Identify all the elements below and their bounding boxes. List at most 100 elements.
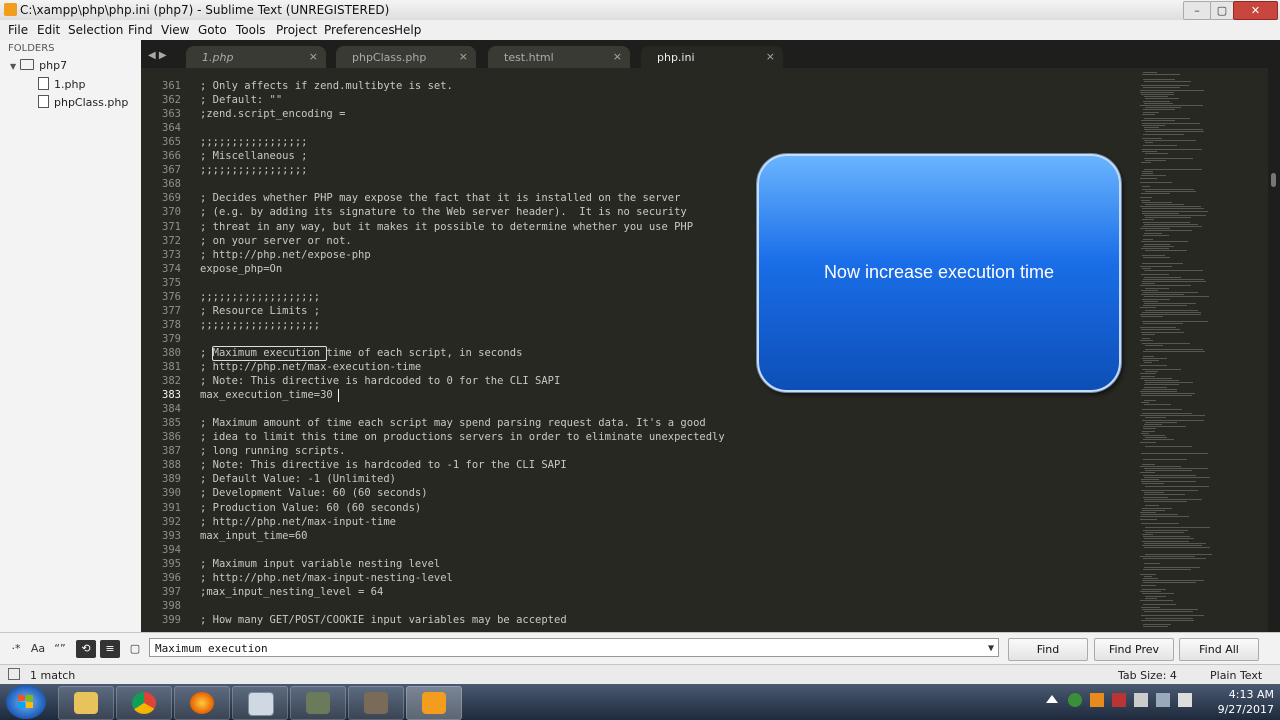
minimap-line (1140, 182, 1172, 183)
taskbar-firefox[interactable] (174, 686, 230, 720)
case-sensitive-toggle[interactable]: Aa (28, 640, 48, 658)
taskbar-sublime[interactable] (406, 686, 462, 720)
highlight-matches-toggle[interactable]: ▢ (125, 640, 145, 658)
menu-tools[interactable]: Tools (236, 23, 266, 37)
minimap-line (1141, 85, 1189, 86)
tab-testhtml[interactable]: test.html × (488, 46, 630, 68)
close-tab-icon[interactable]: × (766, 50, 775, 63)
minimap-line (1143, 109, 1175, 110)
minimap-line (1144, 140, 1196, 141)
close-tab-icon[interactable]: × (459, 50, 468, 63)
minimap-line (1142, 593, 1174, 594)
folder-icon (20, 59, 35, 70)
taskbar-explorer[interactable] (58, 686, 114, 720)
sidebar-folder-php7[interactable]: ▼ php7 (10, 59, 67, 72)
menu-preferences[interactable]: Preferences (324, 23, 395, 37)
menu-find[interactable]: Find (128, 23, 153, 37)
code-line: ; Note: This directive is hardcoded to -… (200, 459, 567, 471)
volume-icon[interactable] (1178, 693, 1192, 707)
minimap-line (1142, 609, 1198, 610)
text-cursor (338, 389, 339, 402)
minimap-line (1141, 607, 1160, 608)
minimap-line (1144, 96, 1168, 97)
sidebar-file-phpclass[interactable]: phpClass.php (38, 95, 128, 109)
tray-app-icon[interactable] (1090, 693, 1104, 707)
find-all-button[interactable]: Find All (1179, 638, 1259, 661)
menu-goto[interactable]: Goto (198, 23, 227, 37)
line-number: 361 (162, 80, 181, 92)
minimap[interactable] (1138, 68, 1268, 632)
close-tab-icon[interactable]: × (613, 50, 622, 63)
minimize-button[interactable]: – (1183, 1, 1211, 20)
app-icon (364, 692, 388, 714)
tab-size[interactable]: Tab Size: 4 (1118, 669, 1177, 682)
scrollbar-thumb[interactable] (1271, 173, 1276, 187)
menu-edit[interactable]: Edit (37, 23, 60, 37)
find-input[interactable]: Maximum execution ▼ (149, 638, 999, 657)
menu-file[interactable]: File (8, 23, 28, 37)
syntax-mode[interactable]: Plain Text (1210, 669, 1262, 682)
network-icon[interactable] (1156, 693, 1170, 707)
menu-view[interactable]: View (161, 23, 189, 37)
minimap-line (1145, 596, 1166, 597)
minimap-line (1140, 415, 1205, 416)
close-button[interactable]: ✕ (1233, 1, 1278, 20)
minimap-line (1144, 303, 1196, 304)
line-number: 388 (162, 459, 181, 471)
close-tab-icon[interactable]: × (309, 50, 318, 63)
minimap-line (1141, 248, 1169, 249)
sidebar: FOLDERS ▼ php7 1.php phpClass.php (0, 40, 142, 632)
folders-header: FOLDERS (8, 43, 55, 54)
code-line: ;;;;;;;;;;;;;;;;; (200, 164, 308, 176)
minimap-line (1144, 277, 1181, 278)
file-icon (38, 77, 49, 90)
taskbar-chrome[interactable] (116, 686, 172, 720)
minimap-line (1140, 472, 1155, 473)
vertical-scrollbar[interactable] (1268, 68, 1280, 632)
taskbar-app-2[interactable] (348, 686, 404, 720)
find-prev-button[interactable]: Find Prev (1094, 638, 1174, 661)
whole-word-toggle[interactable]: “” (50, 640, 70, 658)
menu-selection[interactable]: Selection (68, 23, 123, 37)
minimap-line (1141, 402, 1149, 403)
minimap-line (1142, 263, 1183, 264)
in-selection-toggle[interactable]: ≡ (100, 640, 120, 658)
minimap-line (1143, 301, 1158, 302)
show-hidden-icons-icon[interactable] (1046, 695, 1058, 703)
tray-app-icon[interactable] (1112, 693, 1126, 707)
regex-toggle[interactable]: ·* (6, 640, 26, 658)
line-number: 394 (162, 544, 181, 556)
minimap-line (1142, 338, 1150, 339)
minimap-line (1144, 270, 1203, 271)
tab-phpclass[interactable]: phpClass.php × (336, 46, 476, 68)
chevron-down-icon[interactable]: ▼ (988, 639, 994, 658)
taskbar-calculator[interactable] (232, 686, 288, 720)
menu-help[interactable]: Help (394, 23, 421, 37)
tab-nav-arrows-icon[interactable]: ◀ ▶ (148, 50, 167, 61)
start-button[interactable] (6, 685, 46, 719)
wrap-toggle[interactable]: ⟲ (76, 640, 96, 658)
chevron-down-icon[interactable]: ▼ (10, 62, 16, 71)
minimap-line (1142, 138, 1162, 139)
sidebar-file-1php[interactable]: 1.php (38, 77, 85, 91)
clock[interactable]: 4:13 AM 9/27/2017 (1196, 687, 1274, 717)
menu-project[interactable]: Project (276, 23, 317, 37)
panel-toggle-icon[interactable] (8, 668, 20, 680)
minimap-line (1143, 435, 1165, 436)
minimap-line (1141, 615, 1204, 616)
find-button[interactable]: Find (1008, 638, 1088, 661)
tab-phpini[interactable]: php.ini × (641, 46, 783, 68)
tray-app-icon[interactable] (1068, 693, 1082, 707)
tab-label: 1.php (202, 51, 234, 64)
maximize-button[interactable]: ▢ (1210, 1, 1234, 20)
annotation-callout: Now increase execution time (757, 154, 1121, 392)
action-center-icon[interactable] (1134, 693, 1148, 707)
sublime-app-icon (4, 3, 17, 16)
minimap-line (1142, 281, 1206, 282)
minimap-line (1140, 307, 1156, 308)
line-number: 393 (162, 530, 181, 542)
tab-1php[interactable]: 1.php × (186, 46, 326, 68)
minimap-line (1145, 288, 1169, 289)
minimap-line (1142, 123, 1200, 124)
taskbar-app-1[interactable] (290, 686, 346, 720)
